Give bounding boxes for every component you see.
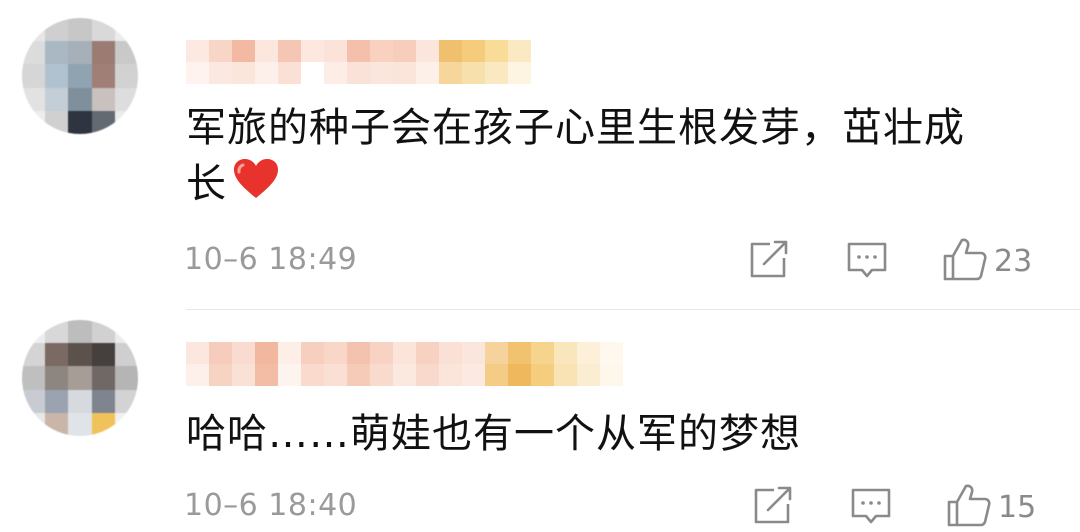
comment-text-line: 哈哈……萌娃也有一个从军的梦想 bbox=[186, 411, 801, 457]
share-icon bbox=[748, 240, 790, 284]
share-icon bbox=[752, 486, 794, 530]
comment-button[interactable] bbox=[850, 486, 892, 532]
avatar[interactable] bbox=[22, 320, 138, 436]
comment-item: 哈哈……萌娃也有一个从军的梦想 10–6 18:40 15 bbox=[0, 310, 1080, 527]
thumbs-up-icon bbox=[942, 236, 988, 286]
red-heart-icon bbox=[233, 158, 279, 215]
comment-icon bbox=[850, 486, 892, 532]
like-count: 15 bbox=[998, 489, 1037, 525]
share-button[interactable] bbox=[752, 486, 794, 530]
comment-button[interactable] bbox=[846, 240, 888, 286]
avatar[interactable] bbox=[22, 18, 138, 134]
comment-text: 军旅的种子会在孩子心里生根发芽，茁壮成 长 bbox=[186, 100, 965, 215]
comment-item: 军旅的种子会在孩子心里生根发芽，茁壮成 长 10–6 18:49 23 bbox=[0, 0, 1080, 309]
share-button[interactable] bbox=[748, 240, 790, 284]
comment-text-line: 长 bbox=[186, 156, 965, 215]
username-blurred[interactable] bbox=[186, 342, 623, 386]
comment-timestamp: 10–6 18:49 bbox=[184, 242, 358, 277]
comment-timestamp: 10–6 18:40 bbox=[184, 488, 358, 523]
like-count: 23 bbox=[994, 243, 1033, 279]
comment-text-line: 军旅的种子会在孩子心里生根发芽，茁壮成 bbox=[186, 105, 965, 151]
comment-text: 哈哈……萌娃也有一个从军的梦想 bbox=[186, 406, 801, 462]
username-blurred[interactable] bbox=[186, 40, 531, 84]
like-button[interactable]: 23 bbox=[942, 236, 1032, 286]
comment-icon bbox=[846, 240, 888, 286]
comment-text-tail: 长 bbox=[186, 161, 227, 207]
